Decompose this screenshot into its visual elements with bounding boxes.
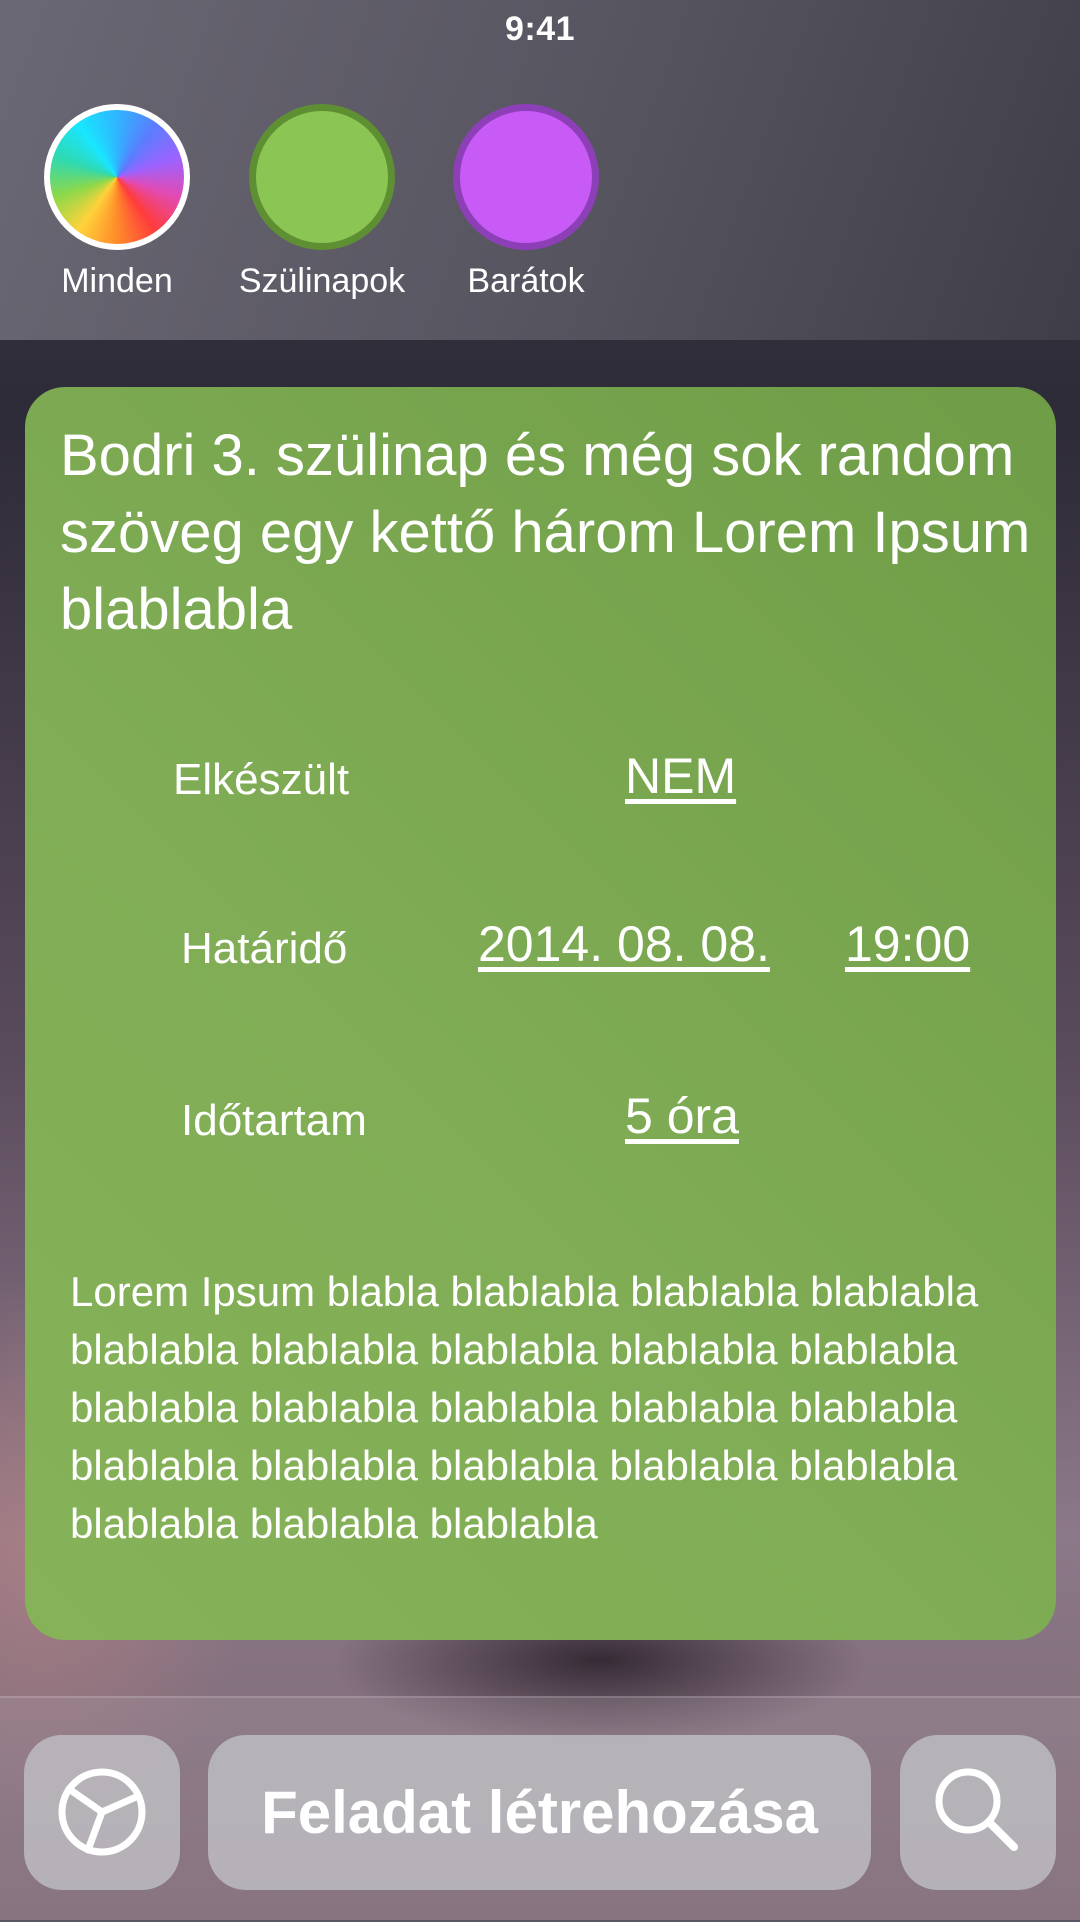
search-icon xyxy=(935,1768,1018,1851)
search-button[interactable] xyxy=(900,1735,1056,1890)
filter-birthdays[interactable]: Szülinapok xyxy=(217,104,427,301)
deadline-label: Határidő xyxy=(181,924,348,973)
create-task-button[interactable]: Feladat létrehozása xyxy=(208,1735,871,1890)
filter-all[interactable]: Minden xyxy=(12,104,222,301)
color-wheel-icon[interactable] xyxy=(44,104,190,250)
statistics-button[interactable] xyxy=(24,1735,180,1890)
category-filter-bar: 9:41 Minden Szülinapok Barátok xyxy=(0,0,1080,340)
filter-friends-label: Barátok xyxy=(467,262,585,300)
duration-label: Időtartam xyxy=(181,1096,367,1145)
birthdays-color-dot[interactable] xyxy=(249,104,395,250)
pie-chart-icon xyxy=(58,1768,146,1856)
friends-color-dot[interactable] xyxy=(453,104,599,250)
duration-value-link[interactable]: 5 óra xyxy=(625,1087,739,1145)
filter-friends[interactable]: Barátok xyxy=(421,104,631,301)
task-title: Bodri 3. szülinap és még sok random szöv… xyxy=(60,423,1031,642)
done-value-link[interactable]: NEM xyxy=(625,747,736,805)
task-description: Lorem Ipsum blabla blablabla blablabla b… xyxy=(70,1268,979,1547)
deadline-date-link[interactable]: 2014. 08. 08. xyxy=(478,915,770,973)
filter-birthdays-label: Szülinapok xyxy=(238,262,406,300)
deadline-time-link[interactable]: 19:00 xyxy=(845,915,970,973)
done-label: Elkészült xyxy=(173,755,350,804)
task-card[interactable]: Bodri 3. szülinap és még sok random szöv… xyxy=(25,387,1056,1640)
status-bar-time: 9:41 xyxy=(504,10,576,48)
filter-all-label: Minden xyxy=(61,262,173,300)
